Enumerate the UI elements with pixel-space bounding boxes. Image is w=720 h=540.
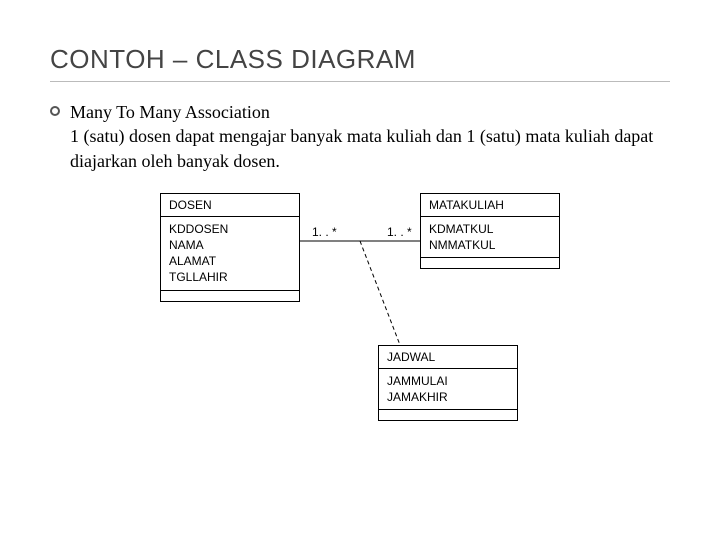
bullet-icon <box>50 106 60 116</box>
class-dosen: DOSEN KDDOSEN NAMA ALAMAT TGLLAHIR <box>160 193 300 302</box>
class-dosen-ops <box>161 291 299 301</box>
class-matakuliah-attrs: KDMATKUL NMMATKUL <box>421 217 559 258</box>
class-jadwal-name: JADWAL <box>379 346 517 369</box>
bullet-text: Many To Many Association 1 (satu) dosen … <box>70 100 670 173</box>
class-jadwal-ops <box>379 410 517 420</box>
class-diagram: DOSEN KDDOSEN NAMA ALAMAT TGLLAHIR MATAK… <box>50 193 670 453</box>
bullet-row: Many To Many Association 1 (satu) dosen … <box>50 100 670 173</box>
class-dosen-name: DOSEN <box>161 194 299 217</box>
attr: KDMATKUL <box>429 221 551 237</box>
class-matakuliah-name: MATAKULIAH <box>421 194 559 217</box>
slide-title: CONTOH – CLASS DIAGRAM <box>50 44 670 82</box>
class-matakuliah: MATAKULIAH KDMATKUL NMMATKUL <box>420 193 560 269</box>
attr: NAMA <box>169 237 291 253</box>
attr: NMMATKUL <box>429 237 551 253</box>
class-dosen-attrs: KDDOSEN NAMA ALAMAT TGLLAHIR <box>161 217 299 291</box>
bullet-desc: 1 (satu) dosen dapat mengajar banyak mat… <box>70 126 653 170</box>
multiplicity-left: 1. . * <box>312 225 337 239</box>
bullet-heading: Many To Many Association <box>70 100 670 124</box>
class-jadwal: JADWAL JAMMULAI JAMAKHIR <box>378 345 518 421</box>
class-matakuliah-ops <box>421 258 559 268</box>
attr: JAMAKHIR <box>387 389 509 405</box>
connectors <box>50 193 670 453</box>
attr: TGLLAHIR <box>169 269 291 285</box>
attr: KDDOSEN <box>169 221 291 237</box>
class-jadwal-attrs: JAMMULAI JAMAKHIR <box>379 369 517 410</box>
attr: JAMMULAI <box>387 373 509 389</box>
attr: ALAMAT <box>169 253 291 269</box>
multiplicity-right: 1. . * <box>387 225 412 239</box>
